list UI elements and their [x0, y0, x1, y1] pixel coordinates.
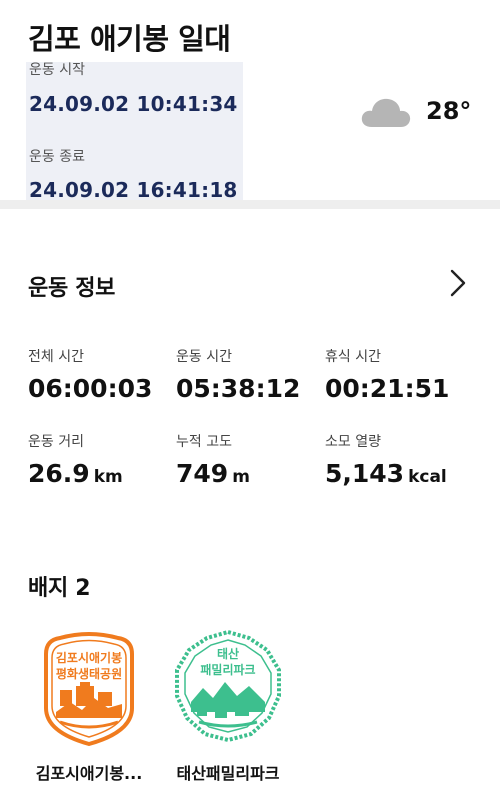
temperature: 28° — [426, 97, 472, 125]
header: 김포 애기봉 일대 운동 시작 24.09.02 10:41:34 운동 종료 … — [0, 0, 500, 202]
stat-value: 26.9 km — [28, 459, 123, 488]
badge-stamp-icon: 김포시애기봉 평화생태공원 — [44, 632, 134, 746]
stat-elevation: 누적 고도 749 m — [176, 431, 326, 488]
badge-label: 김포시애기봉... — [35, 764, 143, 783]
end-label: 운동 종료 — [29, 149, 85, 165]
stat-label: 운동 거리 — [28, 434, 84, 450]
stat-label: 소모 열량 — [325, 434, 381, 450]
stat-value: 06:00:03 — [28, 374, 153, 403]
stat-exercise-time: 운동 시간 05:38:12 — [176, 346, 326, 403]
svg-text:김포시애기봉: 김포시애기봉 — [56, 650, 122, 665]
stat-label: 운동 시간 — [176, 349, 232, 365]
stat-distance: 운동 거리 26.9 km — [28, 431, 178, 488]
svg-text:패밀리파크: 패밀리파크 — [200, 662, 255, 677]
stat-value: 749 m — [176, 459, 250, 488]
badge-label: 태산패밀리파크 — [176, 764, 280, 783]
start-time: 24.09.02 10:41:34 — [29, 92, 238, 116]
time-block: 운동 시작 24.09.02 10:41:34 운동 종료 24.09.02 1… — [26, 62, 243, 202]
stat-value: 5,143 kcal — [325, 459, 447, 488]
stat-rest-time: 휴식 시간 00:21:51 — [325, 346, 475, 403]
badge-taesan-family-park[interactable]: 태산 패밀리파크 태산패밀리파크 — [163, 628, 293, 784]
stat-total-time: 전체 시간 06:00:03 — [28, 346, 178, 403]
end-time: 24.09.02 16:41:18 — [29, 178, 238, 202]
weather: 28° — [360, 93, 480, 133]
svg-text:평화생태공원: 평화생태공원 — [56, 666, 122, 681]
badge-gimpo-aegibong[interactable]: 김포시애기봉 평화생태공원 김포시애기봉... — [24, 628, 154, 784]
start-label: 운동 시작 — [29, 62, 85, 78]
page-title: 김포 애기봉 일대 — [28, 22, 231, 56]
stat-value: 00:21:51 — [325, 374, 450, 403]
section-divider — [0, 200, 500, 209]
badges-title: 배지 2 — [28, 576, 91, 601]
stat-label: 휴식 시간 — [325, 349, 381, 365]
workout-info-title: 운동 정보 — [28, 276, 116, 301]
badge-stamp-icon: 태산 패밀리파크 — [175, 629, 281, 743]
cloud-icon — [361, 98, 411, 127]
stat-value: 05:38:12 — [176, 374, 301, 403]
chevron-right-icon[interactable] — [446, 266, 470, 300]
stat-calories: 소모 열량 5,143 kcal — [325, 431, 475, 488]
stat-label: 전체 시간 — [28, 349, 84, 365]
stat-label: 누적 고도 — [176, 434, 232, 450]
svg-text:태산: 태산 — [217, 646, 239, 661]
